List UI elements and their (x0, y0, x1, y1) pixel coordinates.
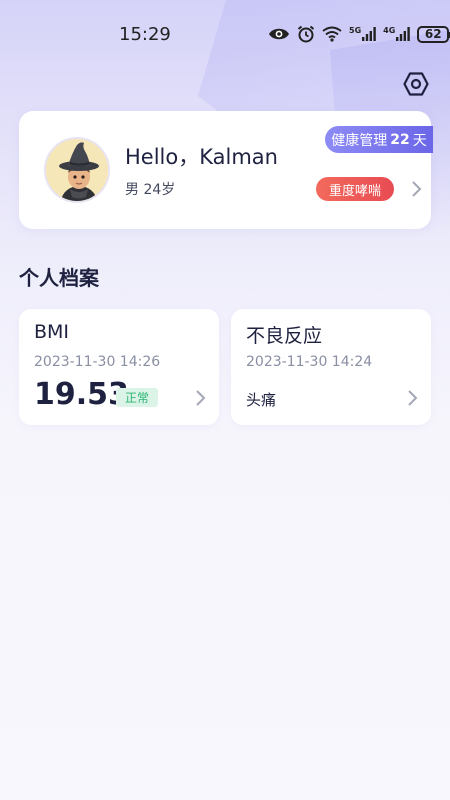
signal-bars-icon (396, 27, 411, 41)
greeting-text: Hello，Kalman (125, 145, 278, 169)
profile-card[interactable]: Hello，Kalman 男 24岁 健康管理 22 天 重度哮喘 (19, 111, 433, 229)
bmi-value: 19.53 (34, 377, 129, 412)
bmi-title: BMI (34, 321, 70, 343)
condition-badge: 重度哮喘 (316, 177, 394, 201)
section-title: 个人档案 (19, 266, 99, 290)
gender-age-text: 男 24岁 (125, 182, 176, 198)
bmi-date: 2023-11-30 14:26 (34, 354, 161, 370)
signal-5g-label: 5G (349, 26, 362, 35)
health-days-label: 健康管理 (331, 132, 388, 149)
health-days-badge: 健康管理 22 天 (325, 126, 433, 153)
health-days-unit: 天 (412, 132, 427, 149)
reaction-value: 头痛 (246, 391, 277, 409)
chevron-right-icon (196, 390, 206, 406)
reaction-title: 不良反应 (246, 325, 323, 347)
adverse-reaction-card[interactable]: 不良反应 2023-11-30 14:24 头痛 (231, 309, 431, 425)
status-bar: 15:29 5G 4G 62 (0, 0, 450, 68)
avatar (44, 137, 110, 203)
alarm-icon (297, 25, 315, 43)
status-icons: 5G 4G 62 (268, 24, 450, 44)
battery-icon: 62 (417, 25, 450, 43)
bmi-card[interactable]: BMI 2023-11-30 14:26 19.53 正常 (19, 309, 219, 425)
signal-4g: 4G (383, 26, 411, 41)
health-days-value: 22 (390, 131, 410, 148)
signal-4g-label: 4G (383, 26, 396, 35)
settings-hexagon-icon[interactable] (403, 71, 429, 97)
chevron-right-icon (412, 181, 422, 197)
signal-bars-icon (362, 27, 376, 41)
reaction-date: 2023-11-30 14:24 (246, 354, 373, 370)
signal-5g: 5G (349, 27, 376, 41)
chevron-right-icon (408, 390, 418, 406)
wifi-icon (322, 26, 342, 42)
bmi-status-badge: 正常 (116, 388, 158, 407)
eye-icon (269, 28, 289, 40)
avatar-image (46, 139, 108, 201)
status-time: 15:29 (119, 24, 171, 45)
